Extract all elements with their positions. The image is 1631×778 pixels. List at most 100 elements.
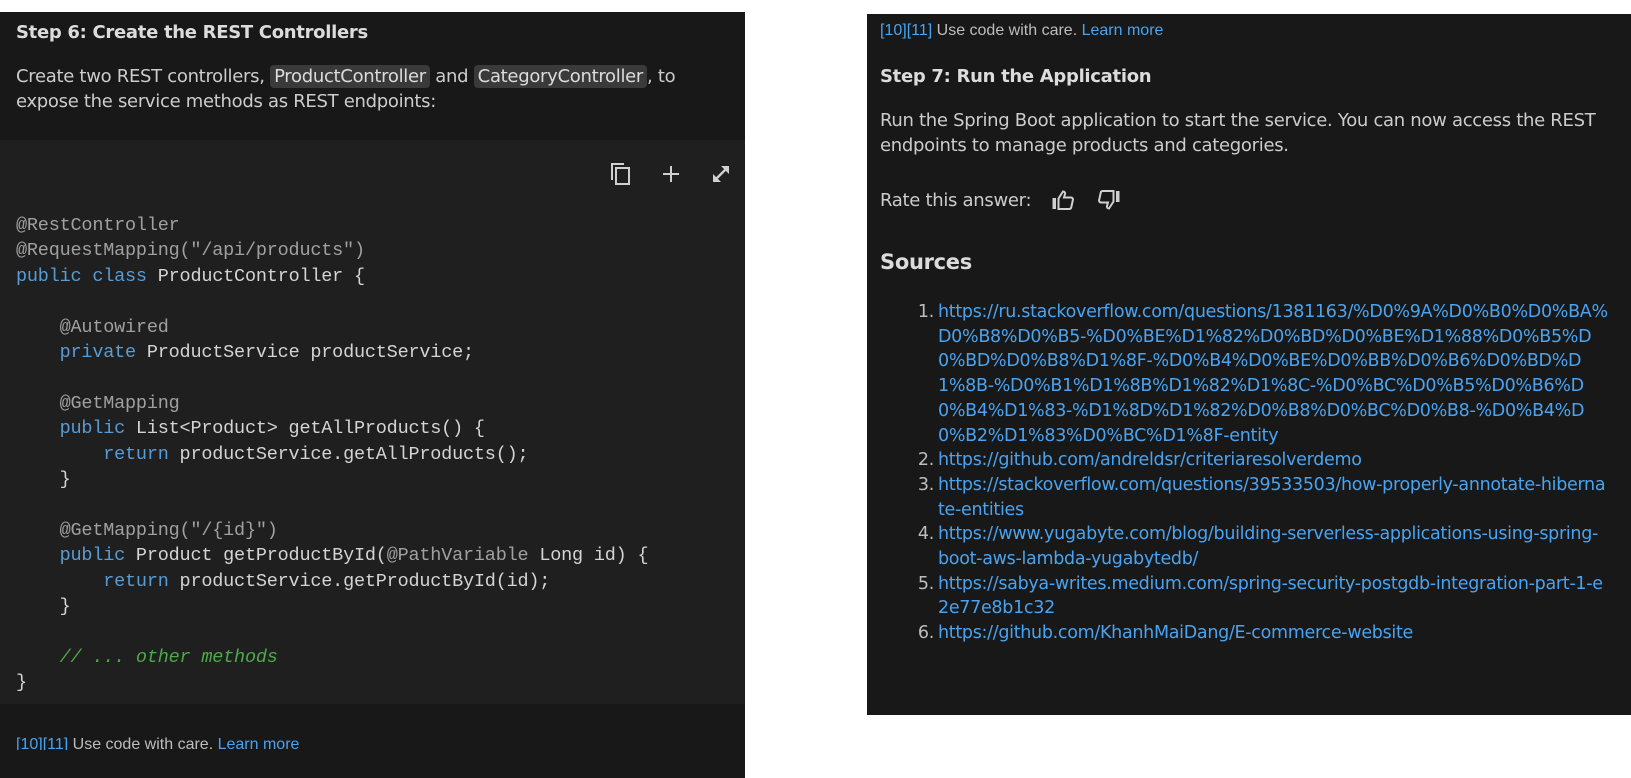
code-line: public Product getProductById(@PathVaria… xyxy=(16,543,649,568)
copy-code-button[interactable] xyxy=(607,160,635,188)
step-7-body: Run the Spring Boot application to start… xyxy=(880,110,1596,156)
code-line: // ... other methods xyxy=(16,645,648,670)
source-item: 4. https://www.yugabyte.com/blog/building… xyxy=(880,522,1620,571)
source-link[interactable]: https://github.com/KhanhMaiDang/E-commer… xyxy=(938,621,1608,646)
source-item: 2. https://github.com/andreldsr/criteriar… xyxy=(880,448,1620,473)
intro-text-before: Create two REST controllers, xyxy=(16,66,271,87)
thumbs-down-button[interactable] xyxy=(1095,186,1123,214)
citation-refs-link[interactable]: [10][11] xyxy=(16,736,68,750)
code-line: } xyxy=(16,467,648,492)
source-number: 2. xyxy=(917,450,934,471)
learn-more-link[interactable]: Learn more xyxy=(218,736,300,750)
source-link[interactable]: https://ru.stackoverflow.com/questions/1… xyxy=(938,300,1608,448)
code-comment: // ... other methods xyxy=(59,646,278,668)
source-link[interactable]: https://sabya-writes.medium.com/spring-s… xyxy=(938,572,1608,621)
copy-icon xyxy=(611,163,630,185)
step-7-panel: [10][11] Use code with care. Learn more … xyxy=(867,14,1631,715)
code-keyword: class xyxy=(92,265,147,287)
rate-answer-row: Rate this answer: xyxy=(880,186,1123,214)
code-keyword: private xyxy=(59,342,137,364)
code-text: List<Product> getAllProducts() { xyxy=(125,418,485,440)
source-link[interactable]: https://github.com/andreldsr/criteriares… xyxy=(938,448,1608,473)
code-text: } xyxy=(16,596,71,618)
code-text: productService.getAllProducts(); xyxy=(168,443,529,465)
code-care-notice: [10][11] Use code with care. Learn more xyxy=(16,734,299,750)
source-number: 1. xyxy=(917,302,934,322)
code-line: private ProductService productService; xyxy=(16,340,648,365)
code-keyword: public xyxy=(59,545,126,567)
code-line: } xyxy=(16,670,648,695)
code-text: Long id) { xyxy=(528,545,649,567)
code-keyword: public xyxy=(16,265,82,287)
code-annotation: @PathVariable xyxy=(386,545,529,567)
intro-text-middle: and xyxy=(429,66,474,87)
rate-label: Rate this answer: xyxy=(880,189,1032,211)
care-text: Use code with care. xyxy=(932,22,1082,39)
code-line: } xyxy=(16,594,648,619)
code-content: @RestController @RequestMapping("/api/pro… xyxy=(16,213,649,696)
source-number: 4. xyxy=(917,524,934,545)
code-line: public class ProductController { xyxy=(16,264,648,289)
source-link[interactable]: https://www.yugabyte.com/blog/building-s… xyxy=(938,522,1608,571)
source-item: 6. https://github.com/KhanhMaiDang/E-comm… xyxy=(880,621,1620,646)
plus-icon xyxy=(663,166,679,182)
code-annotation: @RestController xyxy=(16,215,180,236)
code-text: } xyxy=(16,672,27,694)
code-line: @RequestMapping("/api/products") xyxy=(16,238,648,263)
code-text: Product getProductById( xyxy=(125,545,387,567)
code-line: @GetMapping xyxy=(16,391,648,416)
source-number: 6. xyxy=(917,623,934,644)
code-text: ProductController { xyxy=(146,265,365,287)
inline-code-product-controller: ProductController xyxy=(270,65,430,88)
step-6-panel: Step 6: Create the REST Controllers Crea… xyxy=(0,12,745,778)
code-line: @GetMapping("/{id}") xyxy=(16,518,648,543)
code-line: @Autowired xyxy=(16,315,648,340)
code-block: @RestController @RequestMapping("/api/pro… xyxy=(0,140,745,704)
step-6-title: Step 6: Create the REST Controllers xyxy=(16,22,368,43)
thumbs-up-button[interactable] xyxy=(1049,186,1077,214)
source-number: 3. xyxy=(917,474,934,495)
source-link[interactable]: https://stackoverflow.com/questions/3953… xyxy=(938,473,1608,522)
thumbs-up-icon xyxy=(1052,190,1075,210)
code-annotation: @RequestMapping("/api/products") xyxy=(16,240,365,262)
code-annotation: @GetMapping xyxy=(59,392,180,414)
code-text: } xyxy=(16,469,71,491)
code-keyword: return xyxy=(103,443,169,465)
code-annotation: @GetMapping("/{id}") xyxy=(59,519,278,541)
code-care-notice: [10][11] Use code with care. Learn more xyxy=(880,22,1163,40)
inline-code-category-controller: CategoryController xyxy=(473,65,648,88)
source-item: 5. https://sabya-writes.medium.com/spring… xyxy=(880,572,1620,621)
code-text: ProductService productService; xyxy=(135,342,474,364)
code-line: return productService.getAllProducts(); xyxy=(16,442,648,467)
code-line: @RestController xyxy=(16,213,648,238)
step-7-title: Step 7: Run the Application xyxy=(880,66,1152,87)
step-6-intro: Create two REST controllers, ProductCont… xyxy=(16,64,731,114)
care-text: Use code with care. xyxy=(68,736,218,750)
thumbs-down-icon xyxy=(1098,190,1120,210)
code-line: return productService.getProductById(id)… xyxy=(16,569,648,594)
code-toolbar xyxy=(607,160,735,188)
citation-refs-link[interactable]: [10][11] xyxy=(880,22,932,39)
code-text: productService.getProductById(id); xyxy=(168,570,551,592)
sources-heading: Sources xyxy=(880,250,972,274)
source-item: 1. https://ru.stackoverflow.com/questions… xyxy=(880,300,1620,448)
expand-code-button[interactable] xyxy=(707,160,735,188)
insert-code-button[interactable] xyxy=(657,160,685,188)
expand-icon xyxy=(713,166,729,182)
code-annotation: @Autowired xyxy=(59,316,169,338)
code-line: public List<Product> getAllProducts() { xyxy=(16,416,648,441)
learn-more-link[interactable]: Learn more xyxy=(1082,22,1164,39)
